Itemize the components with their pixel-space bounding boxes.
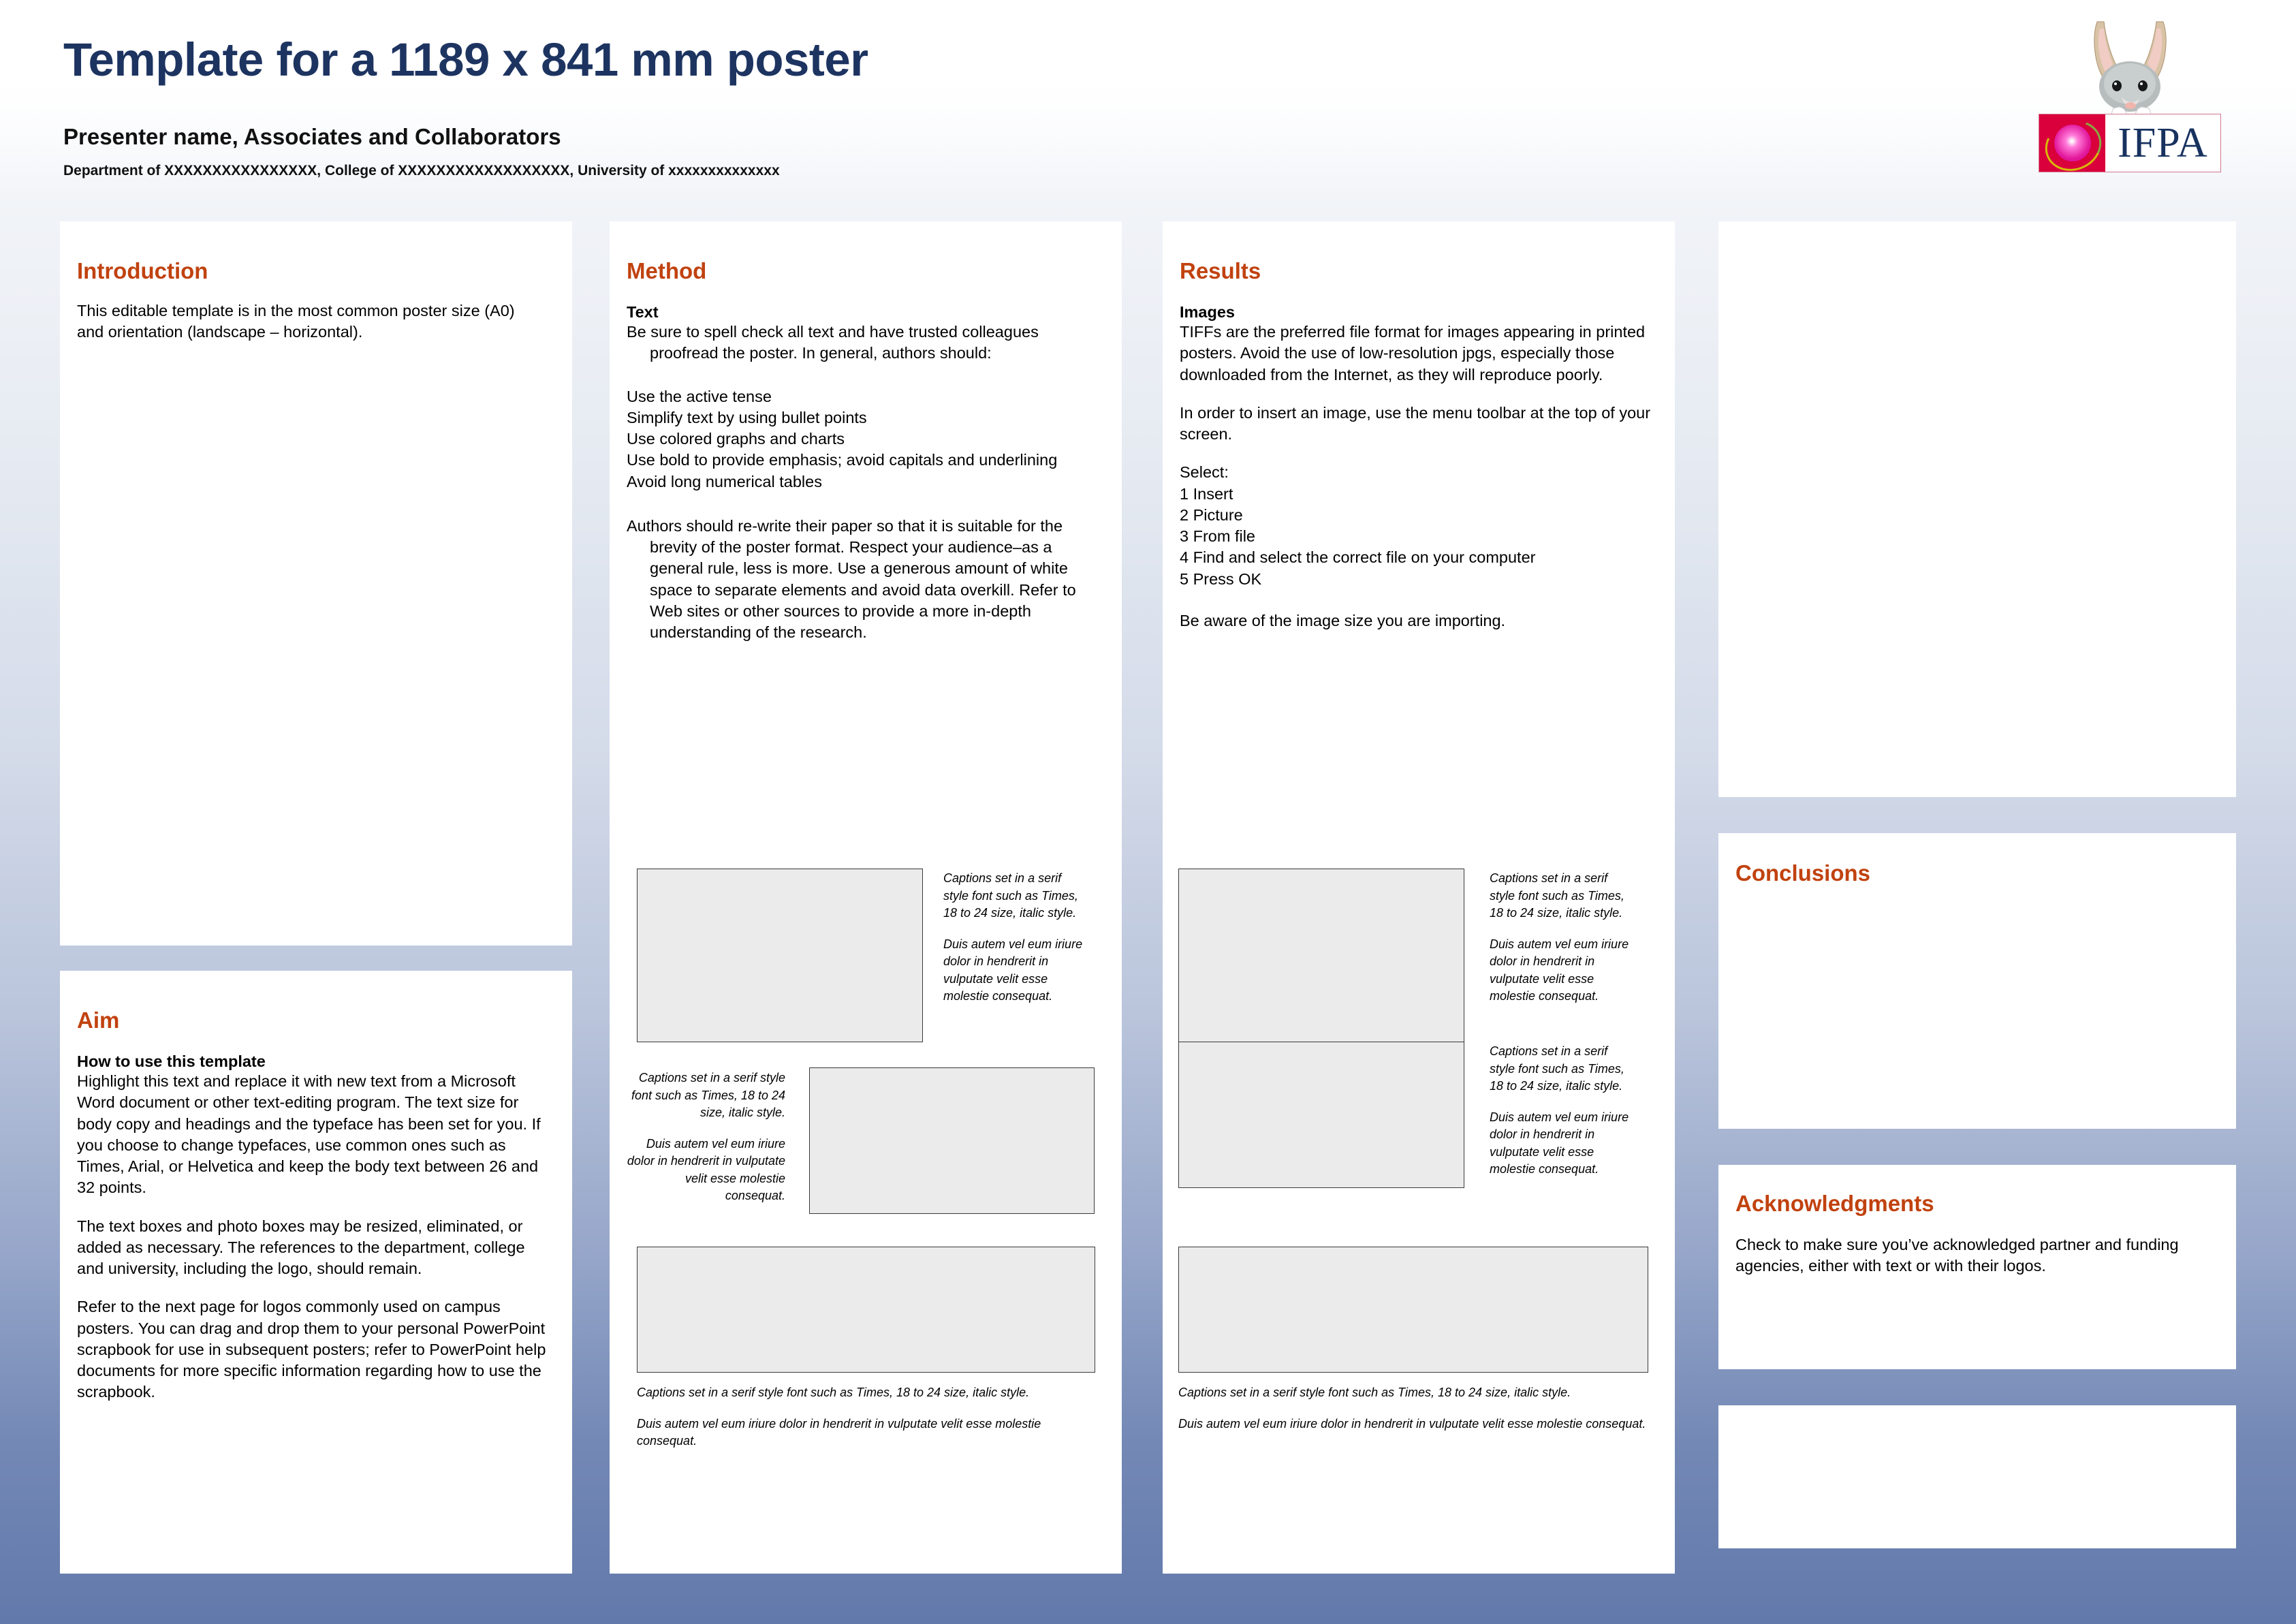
results-image-placeholder-1[interactable]	[1178, 869, 1464, 1042]
results-step-item: 4 Find and select the correct file on yo…	[1180, 548, 1536, 567]
conclusions-heading: Conclusions	[1735, 860, 1871, 886]
conclusions-panel: Conclusions	[1718, 833, 2236, 1129]
method-bullet-label: Use colored graphs and charts	[627, 430, 845, 448]
method-bullet-item: Use bold to provide emphasis; avoid capi…	[627, 450, 1097, 471]
caption-line-2: Duis autem vel eum iriure dolor in hendr…	[1490, 937, 1629, 1003]
page-title: Template for a 1189 x 841 mm poster	[63, 33, 868, 86]
introduction-panel: Introduction This editable template is i…	[60, 221, 572, 946]
results-step-list: 1 Insert 2 Picture 3 From file 4 Find an…	[1180, 484, 1656, 590]
results-heading: Results	[1180, 258, 1261, 283]
results-panel: Results Images TIFFs are the preferred f…	[1163, 221, 1675, 1574]
caption-line-2: Duis autem vel eum iriure dolor in hendr…	[627, 1136, 785, 1203]
aim-paragraph-2: The text boxes and photo boxes may be re…	[77, 1217, 525, 1278]
caption-line-1: Captions set in a serif style font such …	[1490, 1044, 1624, 1093]
method-bullet-label: Avoid long numerical tables	[627, 472, 822, 490]
acknowledgments-panel: Acknowledgments Check to make sure you’v…	[1718, 1165, 2236, 1369]
caption-line-1: Captions set in a serif style font such …	[1178, 1386, 1571, 1399]
results-image-placeholder-3[interactable]	[1178, 1247, 1648, 1373]
method-caption-3: Captions set in a serif style font such …	[637, 1384, 1100, 1450]
method-bullet-label: Use the active tense	[627, 387, 772, 405]
results-sub-heading: Images	[1180, 303, 1235, 321]
side-blank-panel-bottom	[1718, 1405, 2236, 1548]
caption-line-2: Duis autem vel eum iriure dolor in hendr…	[1490, 1110, 1629, 1176]
poster-canvas: Template for a 1189 x 841 mm poster Pres…	[0, 0, 2296, 1624]
caption-line-1: Captions set in a serif style font such …	[637, 1386, 1030, 1399]
ifpa-swirl-icon	[2037, 112, 2109, 180]
results-step-item: 1 Insert	[1180, 484, 1233, 503]
bilby-icon	[2094, 21, 2167, 119]
aim-panel: Aim How to use this template Highlight t…	[60, 971, 572, 1574]
results-paragraph-2: In order to insert an image, use the men…	[1180, 403, 1651, 443]
caption-line-1: Captions set in a serif style font such …	[943, 871, 1078, 920]
method-image-placeholder-3[interactable]	[637, 1247, 1095, 1373]
aim-paragraph-1: Highlight this text and replace it with …	[77, 1072, 541, 1197]
caption-line-2: Duis autem vel eum iriure dolor in hendr…	[1178, 1416, 1646, 1431]
method-bullet-list: Use the active tense Simplify text by us…	[627, 386, 1097, 493]
results-caption-2: Captions set in a serif style font such …	[1490, 1043, 1636, 1178]
method-caption-2: Captions set in a serif style font such …	[622, 1069, 785, 1205]
method-heading: Method	[627, 258, 707, 283]
aim-paragraph-3: Refer to the next page for logos commonl…	[77, 1298, 546, 1401]
introduction-heading: Introduction	[77, 258, 208, 283]
method-bullet-item: Simplify text by using bullet points	[627, 407, 1097, 428]
results-paragraph-3: Be aware of the image size you are impor…	[1180, 611, 1506, 629]
poster-header: Template for a 1189 x 841 mm poster Pres…	[0, 0, 2296, 198]
ifpa-wordmark: IFPA	[2118, 120, 2208, 166]
caption-line-1: Captions set in a serif style font such …	[1490, 871, 1624, 920]
method-image-placeholder-2[interactable]	[809, 1067, 1095, 1214]
acknowledgments-body: Check to make sure you’ve acknowledged p…	[1735, 1236, 2179, 1275]
method-bullet-label: Simplify text by using bullet points	[627, 408, 867, 426]
affiliation-line: Department of XXXXXXXXXXXXXXXX, College …	[63, 163, 780, 178]
results-caption-3: Captions set in a serif style font such …	[1178, 1384, 1648, 1433]
side-blank-panel-top	[1718, 221, 2236, 797]
method-image-placeholder-1[interactable]	[637, 869, 923, 1042]
method-bullet-item: Use the active tense	[627, 386, 1097, 407]
aim-heading: Aim	[77, 1008, 120, 1033]
caption-line-2: Duis autem vel eum iriure dolor in hendr…	[943, 937, 1083, 1003]
caption-line-1: Captions set in a serif style font such …	[631, 1071, 785, 1120]
results-step-item: 3 From file	[1180, 527, 1255, 545]
ifpa-emblem	[2037, 112, 2109, 180]
method-panel: Method Text Be sure to spell check all t…	[610, 221, 1122, 1574]
caption-line-2: Duis autem vel eum iriure dolor in hendr…	[637, 1416, 1041, 1448]
presenter-names: Presenter name, Associates and Collabora…	[63, 124, 561, 149]
method-sub-heading: Text	[627, 303, 659, 321]
acknowledgments-heading: Acknowledgments	[1735, 1191, 1934, 1216]
method-bullet-item: Avoid long numerical tables	[627, 471, 1097, 493]
results-step-item: 2 Picture	[1180, 505, 1243, 524]
ifpa-logotype: IFPA	[2037, 112, 2221, 180]
method-bullet-item: Use colored graphs and charts	[627, 428, 1097, 450]
method-closing-text: Authors should re-write their paper so t…	[627, 516, 1076, 641]
results-caption-1: Captions set in a serif style font such …	[1490, 870, 1636, 1005]
aim-sub-heading: How to use this template	[77, 1052, 266, 1070]
results-image-placeholder-2[interactable]	[1178, 1042, 1464, 1188]
results-paragraph-1: TIFFs are the preferred file format for …	[1180, 323, 1646, 384]
results-select-label: Select:	[1180, 463, 1229, 482]
ifpa-logo: IFPA	[2037, 16, 2221, 180]
method-intro-text: Be sure to spell check all text and have…	[627, 323, 1039, 362]
introduction-body: This editable template is in the most co…	[77, 302, 515, 341]
method-bullet-label: Use bold to provide emphasis; avoid capi…	[627, 451, 1058, 469]
results-step-item: 5 Press OK	[1180, 569, 1262, 588]
method-caption-1: Captions set in a serif style font such …	[943, 870, 1090, 1005]
